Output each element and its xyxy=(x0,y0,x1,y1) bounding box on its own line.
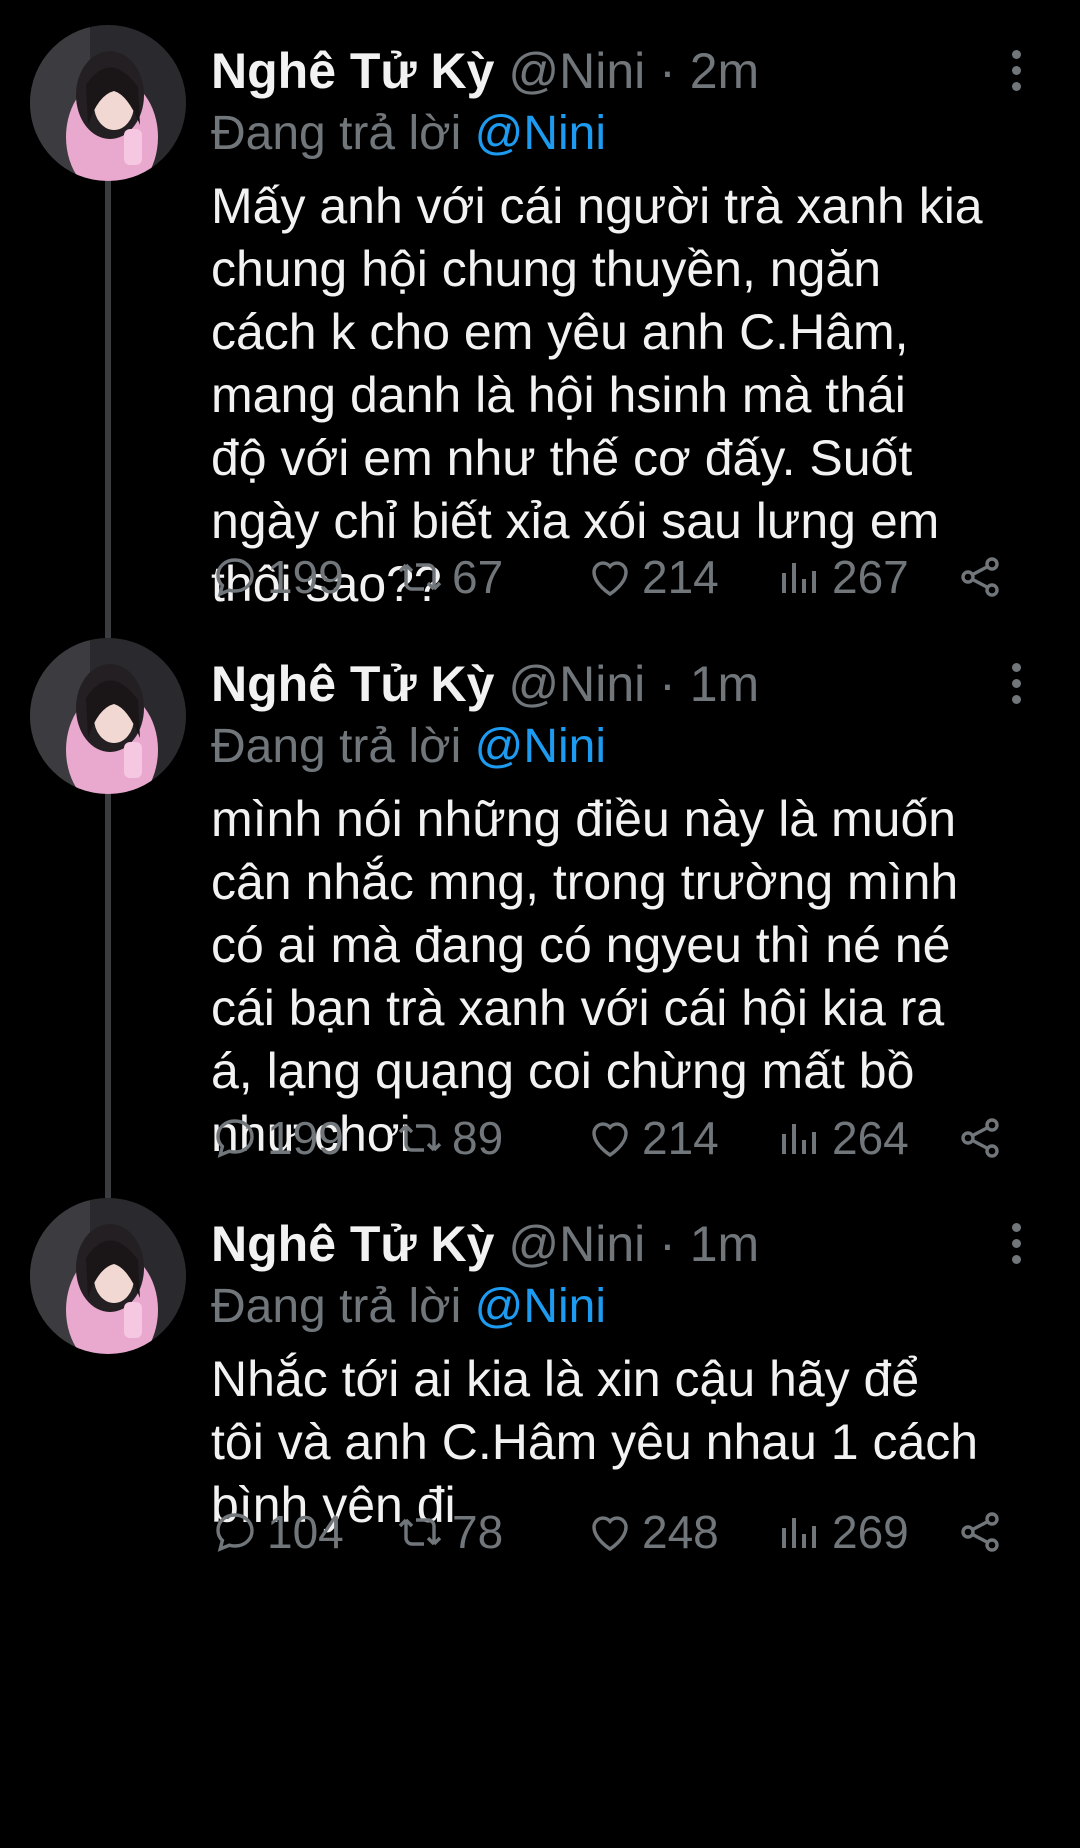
mention-link[interactable]: @Nini xyxy=(475,1280,606,1333)
share-icon xyxy=(961,557,999,597)
view-count: 264 xyxy=(832,1112,909,1164)
share-button[interactable] xyxy=(956,547,1012,607)
avatar[interactable] xyxy=(30,1198,186,1354)
retweet-count: 67 xyxy=(452,551,504,603)
bar-chart-icon xyxy=(782,1124,816,1154)
avatar[interactable] xyxy=(30,25,186,181)
reply-count: 199 xyxy=(267,551,344,603)
thread-connector xyxy=(105,773,111,1198)
views-button[interactable]: 264 xyxy=(776,1108,909,1168)
comment-bubble-icon xyxy=(216,1513,254,1552)
reply-button[interactable]: 199 xyxy=(211,547,344,607)
retweet-count: 78 xyxy=(452,1506,504,1558)
user-handle[interactable]: @Nini xyxy=(508,656,645,712)
mention-link[interactable]: @Nini xyxy=(475,107,606,160)
timestamp[interactable]: 1m xyxy=(690,1216,759,1272)
retweet-button[interactable]: 89 xyxy=(396,1108,503,1168)
reply-button[interactable]: 199 xyxy=(211,1108,344,1168)
retweet-count: 89 xyxy=(452,1112,504,1164)
replying-to: Đang trả lời @Nini xyxy=(211,105,606,163)
like-count: 214 xyxy=(642,551,719,603)
retweet-button[interactable]: 78 xyxy=(396,1502,503,1562)
user-handle[interactable]: @Nini xyxy=(508,43,645,99)
avatar[interactable] xyxy=(30,638,186,794)
tweet-actions: 104 78 248 269 xyxy=(211,1502,1031,1562)
views-button[interactable]: 267 xyxy=(776,547,909,607)
more-options-icon[interactable] xyxy=(996,1218,1036,1270)
thread-connector xyxy=(105,160,111,638)
tweet-actions: 199 89 214 264 xyxy=(211,1108,1031,1168)
heart-icon xyxy=(592,1516,628,1552)
share-icon xyxy=(961,1512,999,1552)
bar-chart-icon xyxy=(782,563,816,593)
view-count: 267 xyxy=(832,551,909,603)
share-button[interactable] xyxy=(956,1502,1012,1562)
display-name[interactable]: Nghê Tử Kỳ xyxy=(211,43,494,99)
comment-bubble-icon xyxy=(216,558,254,597)
replying-to: Đang trả lời @Nini xyxy=(211,1278,606,1336)
reply-button[interactable]: 104 xyxy=(211,1502,344,1562)
tweet-actions: 199 67 214 267 xyxy=(211,547,1031,607)
like-button[interactable]: 214 xyxy=(586,547,719,607)
display-name[interactable]: Nghê Tử Kỳ xyxy=(211,1216,494,1272)
like-button[interactable]: 214 xyxy=(586,1108,719,1168)
more-options-icon[interactable] xyxy=(996,658,1036,710)
timestamp[interactable]: 1m xyxy=(690,656,759,712)
user-handle[interactable]: @Nini xyxy=(508,1216,645,1272)
view-count: 269 xyxy=(832,1506,909,1558)
like-button[interactable]: 248 xyxy=(586,1502,719,1562)
heart-icon xyxy=(592,1122,628,1158)
replying-to-label: Đang trả lời xyxy=(211,1280,462,1333)
reply-count: 104 xyxy=(267,1506,344,1558)
like-count: 214 xyxy=(642,1112,719,1164)
separator-dot: · xyxy=(659,656,676,712)
share-button[interactable] xyxy=(956,1108,1012,1168)
replying-to-label: Đang trả lời xyxy=(211,107,462,160)
retweet-button[interactable]: 67 xyxy=(396,547,503,607)
mention-link[interactable]: @Nini xyxy=(475,720,606,773)
replying-to-label: Đang trả lời xyxy=(211,720,462,773)
views-button[interactable]: 269 xyxy=(776,1502,909,1562)
replying-to: Đang trả lời @Nini xyxy=(211,718,606,776)
separator-dot: · xyxy=(659,43,676,99)
like-count: 248 xyxy=(642,1506,719,1558)
heart-icon xyxy=(592,561,628,597)
reply-count: 199 xyxy=(267,1112,344,1164)
timestamp[interactable]: 2m xyxy=(690,43,759,99)
tweet-header: Nghê Tử Kỳ @Nini · 1m xyxy=(211,654,759,714)
comment-bubble-icon xyxy=(216,1119,254,1158)
tweet-header: Nghê Tử Kỳ @Nini · 1m xyxy=(211,1214,759,1274)
display-name[interactable]: Nghê Tử Kỳ xyxy=(211,656,494,712)
tweet-header: Nghê Tử Kỳ @Nini · 2m xyxy=(211,41,759,101)
retweet-icon xyxy=(398,1518,442,1546)
retweet-icon xyxy=(398,563,442,591)
more-options-icon[interactable] xyxy=(996,45,1036,97)
share-icon xyxy=(961,1118,999,1158)
retweet-icon xyxy=(398,1124,442,1152)
bar-chart-icon xyxy=(782,1518,816,1548)
separator-dot: · xyxy=(659,1216,676,1272)
